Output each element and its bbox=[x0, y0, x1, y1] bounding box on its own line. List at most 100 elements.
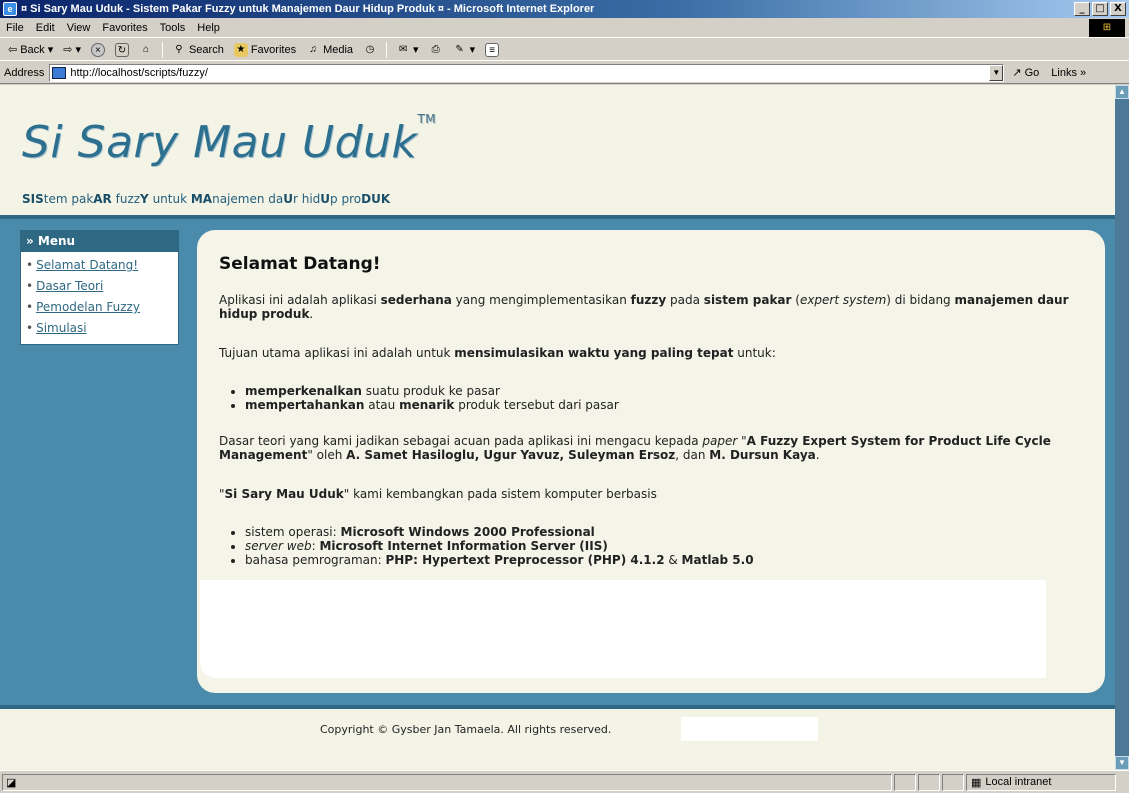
discuss-button[interactable]: ≡ bbox=[481, 42, 503, 57]
menu-link-dasar-teori[interactable]: Dasar Teori bbox=[36, 279, 103, 293]
stop-icon: × bbox=[90, 42, 105, 57]
menu-link-pemodelan-fuzzy[interactable]: Pemodelan Fuzzy bbox=[36, 300, 140, 314]
home-icon: ⌂ bbox=[142, 43, 149, 55]
stop-button[interactable]: × bbox=[87, 42, 109, 57]
dropdown-icon: ▾ bbox=[469, 44, 476, 56]
dropdown-icon: ▾ bbox=[413, 44, 419, 56]
status-text-cell: ◪ bbox=[2, 773, 892, 791]
menu-link-selamat-datang[interactable]: Selamat Datang! bbox=[36, 258, 138, 272]
site-header: Si Sary Mau UdukTM SIStem pakAR fuzzY un… bbox=[0, 85, 1115, 215]
dropdown-icon: ▾ bbox=[47, 44, 54, 56]
go-arrow-icon: ↗ bbox=[1012, 67, 1022, 79]
media-button[interactable]: ♫ Media bbox=[302, 43, 357, 57]
menu-item-dasar-teori: Dasar Teori bbox=[26, 276, 178, 297]
page-icon bbox=[52, 66, 67, 79]
page-title: Selamat Datang! bbox=[219, 254, 381, 274]
menu-item-simulasi: Simulasi bbox=[26, 318, 178, 339]
site-footer bbox=[0, 705, 1115, 770]
address-label: Address bbox=[4, 66, 45, 79]
menu-help[interactable]: Help bbox=[191, 22, 226, 34]
favorites-button[interactable]: ★ Favorites bbox=[230, 42, 300, 57]
tagline-segment: najemen da bbox=[212, 192, 284, 206]
list-item: server web: Microsoft Internet Informati… bbox=[245, 539, 1089, 553]
status-cell bbox=[942, 773, 964, 791]
discuss-icon: ≡ bbox=[485, 42, 500, 57]
tagline-segment: untuk bbox=[148, 192, 191, 206]
system-paragraph: "Si Sary Mau Uduk" kami kembangkan pada … bbox=[219, 487, 657, 501]
toolbar-separator bbox=[161, 41, 163, 58]
print-button[interactable]: ⎙ bbox=[425, 43, 447, 57]
site-tagline: SIStem pakAR fuzzY untuk MAnajemen daUr … bbox=[22, 192, 390, 206]
content-blank-area bbox=[200, 580, 1046, 678]
tagline-segment: DUK bbox=[361, 192, 391, 206]
minimize-button[interactable]: _ bbox=[1074, 2, 1090, 16]
page-viewport: Si Sary Mau UdukTM SIStem pakAR fuzzY un… bbox=[0, 85, 1115, 770]
menu-tools[interactable]: Tools bbox=[154, 22, 192, 34]
main-content: Selamat Datang! Aplikasi ini adalah apli… bbox=[197, 230, 1105, 693]
intranet-icon: ▦ bbox=[971, 776, 982, 789]
menu-view[interactable]: View bbox=[61, 22, 97, 34]
maximize-button[interactable]: □ bbox=[1092, 2, 1108, 16]
go-button[interactable]: ↗ Go bbox=[1012, 66, 1040, 80]
site-logo: Si Sary Mau UdukTM bbox=[22, 112, 436, 168]
history-icon: ◷ bbox=[365, 43, 375, 55]
menu-link-simulasi[interactable]: Simulasi bbox=[36, 321, 87, 335]
status-cell bbox=[918, 773, 940, 791]
mail-button[interactable]: ✉ ▾ bbox=[392, 43, 423, 57]
list-item: mempertahankan atau menarik produk terse… bbox=[245, 398, 1089, 412]
goal-list: memperkenalkan suatu produk ke pasar mem… bbox=[219, 384, 1089, 412]
copyright-text: Copyright © Gysber Jan Tamaela. All righ… bbox=[320, 723, 612, 736]
title-bar: e ¤ Si Sary Mau Uduk - Sistem Pakar Fuzz… bbox=[0, 0, 1129, 18]
menu-item-pemodelan-fuzzy: Pemodelan Fuzzy bbox=[26, 297, 178, 318]
trademark-mark: TM bbox=[417, 112, 437, 127]
scroll-up-button[interactable]: ▲ bbox=[1115, 85, 1129, 99]
tagline-segment: r hid bbox=[292, 192, 321, 206]
tagline-segment: fuzz bbox=[111, 192, 141, 206]
go-label: Go bbox=[1024, 66, 1040, 79]
back-arrow-icon: ⇦ bbox=[8, 44, 18, 56]
forward-arrow-icon: ⇨ bbox=[63, 44, 73, 56]
tagline-segment: U bbox=[320, 192, 331, 206]
refresh-icon: ↻ bbox=[114, 42, 129, 57]
tagline-segment: MA bbox=[190, 192, 213, 206]
history-button[interactable]: ◷ bbox=[359, 43, 381, 57]
windows-logo-icon: ⊞ bbox=[1089, 18, 1125, 37]
menu-edit[interactable]: Edit bbox=[30, 22, 61, 34]
menu-favorites[interactable]: Favorites bbox=[96, 22, 153, 34]
list-item: bahasa pemrograman: PHP: Hypertext Prepr… bbox=[245, 553, 1089, 567]
zone-label: Local intranet bbox=[985, 776, 1052, 788]
print-icon: ⎙ bbox=[431, 43, 440, 55]
tagline-segment: tem pak bbox=[43, 192, 94, 206]
links-button[interactable]: Links » bbox=[1051, 67, 1086, 79]
intro-paragraph: Aplikasi ini adalah aplikasi sederhana y… bbox=[219, 293, 1069, 321]
forward-button[interactable]: ⇨ ▾ bbox=[59, 43, 85, 56]
address-bar: Address ▼ ↗Go Links » bbox=[0, 62, 1129, 84]
status-cell bbox=[894, 773, 916, 791]
search-button[interactable]: ⚲ Search bbox=[168, 43, 228, 57]
refresh-button[interactable]: ↻ bbox=[111, 42, 133, 57]
side-menu: » Menu Selamat Datang! Dasar Teori Pemod… bbox=[20, 230, 179, 345]
address-input[interactable] bbox=[70, 66, 990, 79]
logo-text: Si Sary Mau Uduk bbox=[22, 117, 418, 168]
tagline-segment: Y bbox=[140, 192, 149, 206]
vertical-scrollbar[interactable]: ▲ ▼ bbox=[1115, 85, 1129, 770]
menu-title: » Menu bbox=[21, 231, 178, 252]
menu-file[interactable]: File bbox=[0, 22, 30, 34]
address-field[interactable]: ▼ bbox=[49, 63, 1005, 82]
edit-icon: ✎ bbox=[455, 43, 464, 55]
scroll-down-button[interactable]: ▼ bbox=[1115, 756, 1129, 770]
window-title: ¤ Si Sary Mau Uduk - Sistem Pakar Fuzzy … bbox=[21, 3, 595, 15]
toolbar: ⇦ Back ▾ ⇨ ▾ × ↻ ⌂ ⚲ Search ★ Favorites ♫ Medi… bbox=[0, 39, 1129, 61]
toolbar-separator bbox=[386, 41, 388, 58]
ie-icon: e bbox=[3, 2, 17, 16]
dropdown-icon: ▾ bbox=[75, 44, 81, 56]
close-button[interactable]: X bbox=[1110, 2, 1126, 16]
back-button[interactable]: ⇦ Back ▾ bbox=[4, 43, 57, 57]
tagline-segment: AR bbox=[93, 192, 112, 206]
favorites-label: Favorites bbox=[250, 43, 297, 56]
address-dropdown-button[interactable]: ▼ bbox=[989, 64, 1004, 81]
home-button[interactable]: ⌂ bbox=[135, 43, 157, 57]
tagline-segment: p pro bbox=[330, 192, 362, 206]
edit-button[interactable]: ✎ ▾ bbox=[449, 43, 480, 57]
menu-item-selamat-datang: Selamat Datang! bbox=[26, 255, 178, 276]
